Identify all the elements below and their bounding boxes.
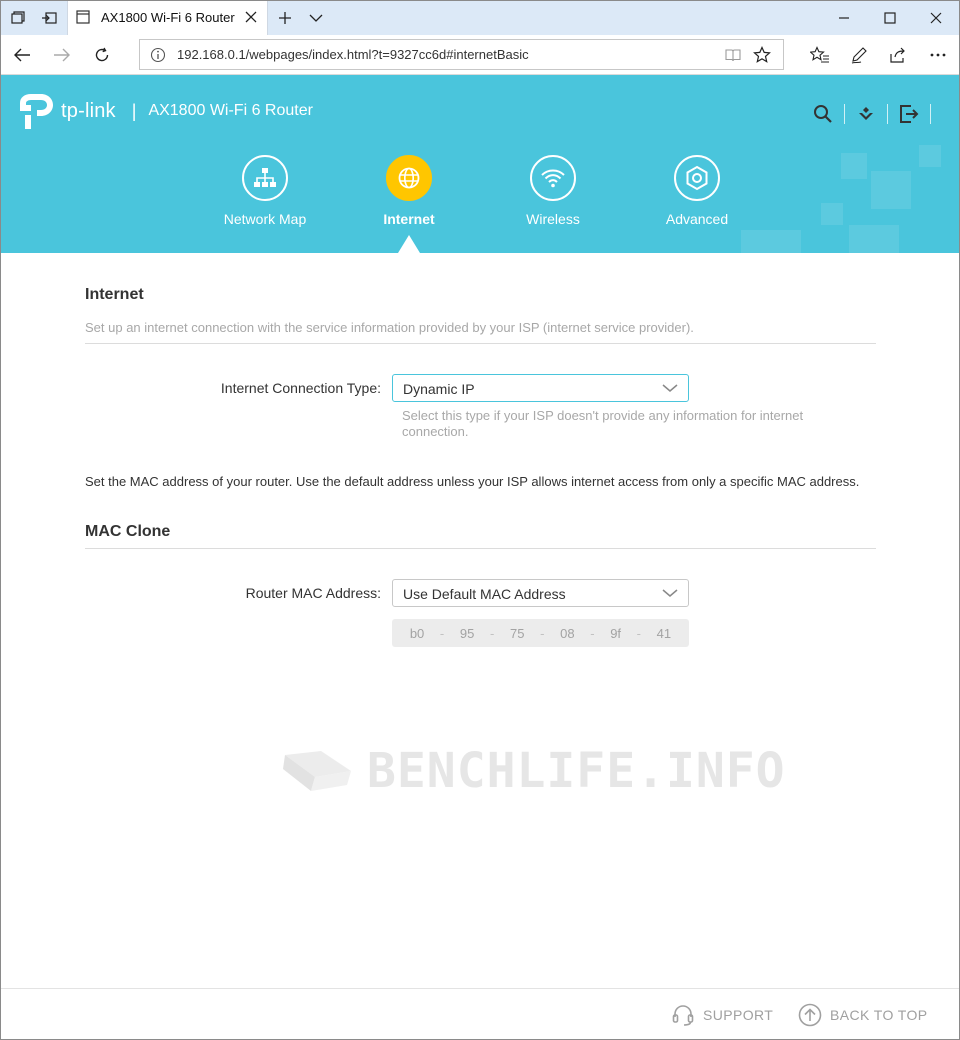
connection-type-hint: Select this type if your ISP doesn't pro… (402, 408, 804, 439)
mac-octet: 75 (510, 625, 525, 641)
internet-section-description: Set up an internet connection with the s… (85, 320, 694, 335)
mac-octet: 08 (560, 625, 575, 641)
page-icon (76, 10, 90, 24)
mac-octet: b0 (409, 625, 425, 641)
router-mac-value: Use Default MAC Address (403, 586, 566, 602)
page-footer: SUPPORT BACK TO TOP (1, 988, 959, 1039)
support-link[interactable]: SUPPORT (671, 1003, 773, 1027)
internet-section-title: Internet (85, 286, 144, 303)
tab-manager-icon[interactable] (7, 7, 29, 29)
browser-address-bar: 192.168.0.1/webpages/index.html?t=9327cc… (1, 35, 959, 75)
mac-separator: - (636, 625, 642, 641)
browser-titlebar: AX1800 Wi-Fi 6 Router (1, 1, 959, 35)
active-nav-pointer (398, 235, 420, 253)
maximize-icon[interactable] (867, 1, 913, 35)
chevron-down-icon (662, 589, 678, 597)
connection-type-select[interactable]: Dynamic IP (392, 374, 689, 402)
mac-address-field: b0 - 95 - 75 - 08 - 9f - 41 (392, 619, 689, 647)
gear-icon (674, 155, 720, 201)
url-field[interactable]: 192.168.0.1/webpages/index.html?t=9327cc… (139, 39, 784, 70)
nav-label: Network Map (223, 211, 307, 227)
router-mac-select[interactable]: Use Default MAC Address (392, 579, 689, 607)
tether-app-icon[interactable] (855, 103, 877, 125)
pen-notes-icon[interactable] (846, 43, 872, 67)
mac-octet: 41 (656, 625, 672, 641)
globe-icon (386, 155, 432, 201)
tab-title: AX1800 Wi-Fi 6 Router (101, 10, 235, 25)
connection-type-label: Internet Connection Type: (220, 380, 381, 396)
mac-octet: 95 (459, 625, 475, 641)
back-to-top-link[interactable]: BACK TO TOP (798, 1003, 928, 1027)
tabs-aside-icon[interactable] (38, 7, 60, 29)
wifi-icon (530, 155, 576, 201)
watermark-logo-icon (283, 751, 351, 791)
mac-clone-title: MAC Clone (85, 523, 171, 540)
model-name: AX1800 Wi-Fi 6 Router (148, 102, 313, 119)
close-window-icon[interactable] (913, 1, 959, 35)
watermark: BENCHLIFE.INFO (281, 743, 786, 799)
url-text: 192.168.0.1/webpages/index.html?t=9327cc… (177, 47, 529, 62)
screenshot-frame: AX1800 Wi-Fi 6 Router 192.168.0.1/webpag… (0, 0, 960, 1040)
network-map-icon (242, 155, 288, 201)
tab-list-chevron-icon[interactable] (305, 7, 327, 29)
share-icon[interactable] (885, 43, 911, 67)
section-divider (85, 548, 876, 549)
nav-network-map[interactable]: Network Map (205, 155, 325, 227)
headset-icon (672, 1005, 694, 1026)
main-content: Internet Set up an internet connection w… (1, 253, 959, 988)
brand-name: tp-link (61, 99, 116, 122)
back-to-top-label: BACK TO TOP (830, 1007, 928, 1023)
info-icon[interactable] (150, 47, 166, 63)
chevron-down-icon (662, 384, 678, 392)
nav-label: Wireless (526, 211, 580, 227)
mac-separator: - (490, 625, 495, 641)
header-decoration (871, 171, 911, 209)
nav-label: Internet (383, 211, 435, 227)
nav-advanced[interactable]: Advanced (637, 155, 757, 227)
logout-icon[interactable] (898, 103, 920, 125)
tp-link-logo: tp-link | AX1800 Wi-Fi 6 Router (19, 93, 313, 129)
mac-separator: - (590, 625, 595, 641)
close-tab-icon[interactable] (243, 9, 259, 25)
header-tools (812, 103, 941, 125)
nav-internet[interactable]: Internet (349, 155, 469, 227)
header-decoration (821, 203, 843, 225)
back-arrow-icon[interactable] (9, 43, 35, 67)
mac-clone-intro: Set the MAC address of your router. Use … (85, 474, 860, 489)
search-icon[interactable] (812, 103, 834, 125)
mac-separator: - (540, 625, 545, 641)
tp-link-logo-icon (20, 94, 53, 129)
router-mac-label: Router MAC Address: (245, 585, 381, 601)
nav-label: Advanced (665, 211, 729, 227)
router-header: tp-link | AX1800 Wi-Fi 6 Router Network … (1, 75, 959, 253)
mac-separator: - (439, 625, 445, 641)
support-label: SUPPORT (703, 1007, 774, 1023)
section-divider (85, 343, 876, 344)
browser-tab[interactable]: AX1800 Wi-Fi 6 Router (67, 1, 268, 35)
mac-octet: 9f (610, 625, 622, 641)
watermark-text: BENCHLIFE.INFO (367, 743, 786, 799)
nav-wireless[interactable]: Wireless (493, 155, 613, 227)
header-decoration (919, 145, 941, 167)
header-decoration (841, 153, 867, 179)
favorite-star-icon[interactable] (753, 46, 771, 64)
connection-type-value: Dynamic IP (403, 381, 475, 397)
favorites-list-icon[interactable] (807, 43, 833, 67)
reading-view-icon[interactable] (725, 47, 741, 63)
new-tab-icon[interactable] (274, 7, 296, 29)
more-menu-icon[interactable] (925, 43, 951, 67)
header-decoration (741, 230, 801, 253)
refresh-icon[interactable] (89, 43, 115, 67)
header-decoration (849, 225, 899, 253)
arrow-up-circle-icon (798, 1003, 822, 1027)
brand-separator: | (131, 100, 137, 121)
minimize-icon[interactable] (821, 1, 867, 35)
forward-arrow-icon[interactable] (49, 43, 75, 67)
